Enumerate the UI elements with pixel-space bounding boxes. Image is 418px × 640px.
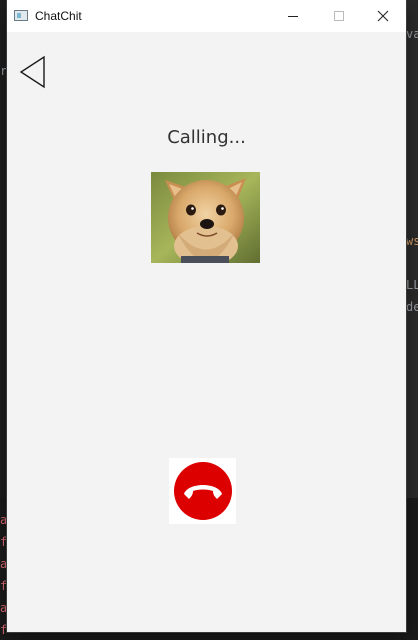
hang-up-button[interactable] (169, 458, 236, 524)
minimize-icon (288, 16, 298, 17)
call-screen: Calling... (7, 32, 406, 632)
close-icon (377, 10, 389, 22)
bg-text-fragment: va (406, 27, 418, 41)
dog-avatar-image (151, 172, 260, 263)
title-bar[interactable]: ChatChit (7, 0, 406, 32)
call-status-text: Calling... (167, 127, 246, 148)
hang-up-phone-icon (173, 462, 232, 520)
app-window-icon (14, 10, 28, 21)
bg-text-fragment: de (406, 300, 418, 314)
contact-avatar (151, 172, 260, 263)
back-arrow-icon (19, 55, 45, 89)
minimize-button[interactable] (270, 0, 316, 32)
maximize-icon (334, 11, 344, 21)
bg-text-fragment: ws (406, 234, 418, 248)
maximize-button[interactable] (316, 0, 362, 32)
close-button[interactable] (360, 0, 406, 32)
window-title: ChatChit (35, 9, 82, 23)
bg-text-fragment: LL (406, 278, 418, 292)
app-window: ChatChit Calling... (7, 0, 406, 632)
back-button[interactable] (18, 55, 48, 89)
